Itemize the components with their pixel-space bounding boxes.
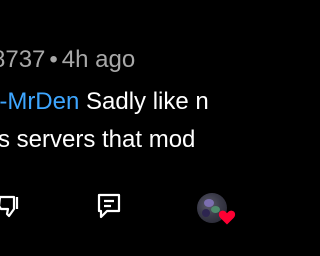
meta-separator: • (49, 46, 58, 73)
like-count: 8737 (0, 46, 46, 73)
heart-icon (217, 207, 237, 227)
comment-text-line-2: rs servers that mod (0, 124, 195, 156)
reply-button[interactable] (94, 190, 124, 226)
reply-comment-icon (96, 192, 122, 225)
comment-screen: 8737•4h ago l-MrDen Sadly like n rs serv… (0, 0, 256, 256)
creator-heart-badge (190, 190, 236, 226)
comment-text-part: rs servers that mod (0, 126, 196, 153)
comment-meta: 8737•4h ago (0, 44, 135, 76)
comment-text-part: Sadly like n (79, 88, 209, 115)
mention-link[interactable]: l-MrDen (0, 88, 79, 115)
thumbs-down-icon (0, 193, 24, 224)
comment-text-line-1: l-MrDen Sadly like n (0, 86, 209, 118)
comment-time: 4h ago (61, 46, 136, 73)
creator-avatar (197, 193, 236, 225)
dislike-button[interactable] (0, 190, 26, 226)
